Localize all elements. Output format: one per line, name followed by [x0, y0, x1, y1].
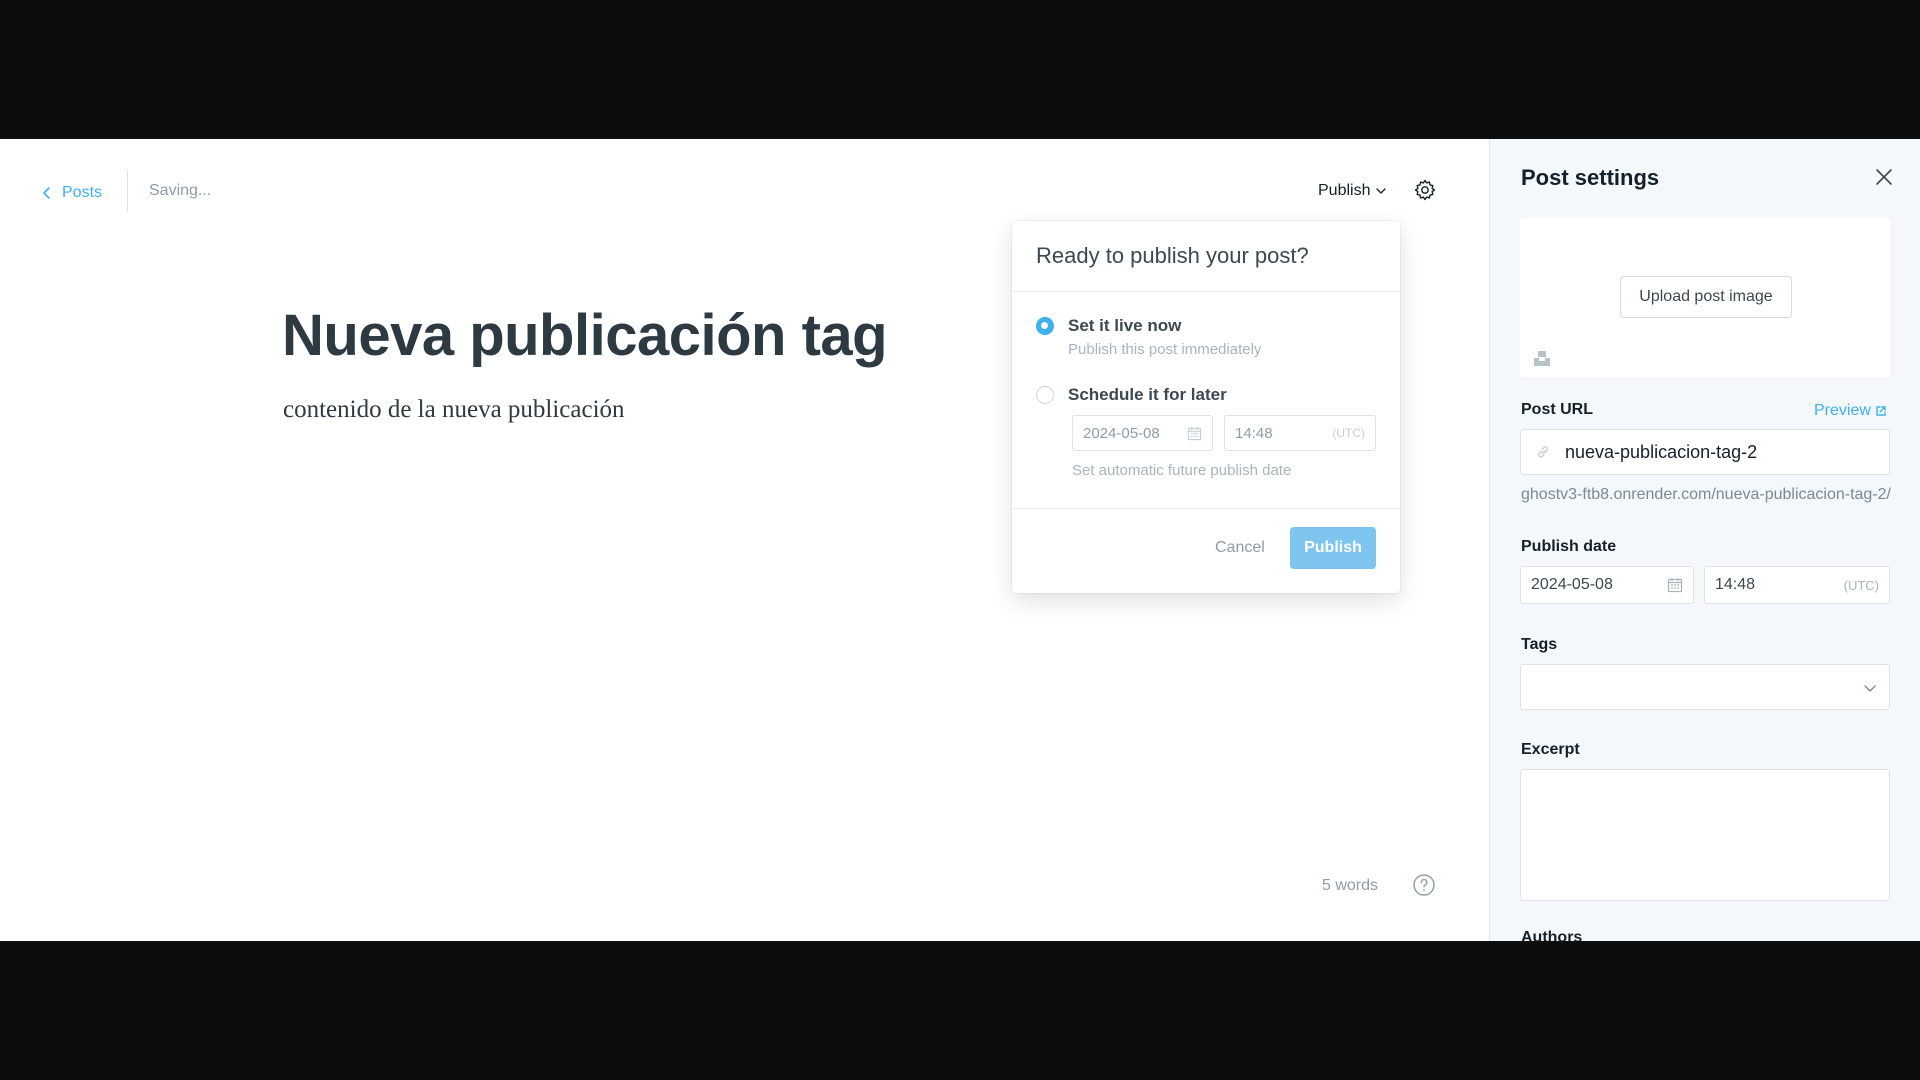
- chevron-down-icon: [1376, 188, 1387, 194]
- post-url-label: Post URL: [1521, 401, 1593, 418]
- help-icon: [1413, 874, 1435, 896]
- option-schedule-title: Schedule it for later: [1068, 385, 1227, 404]
- app-window: Posts Saving... Publish Nueva publicació…: [0, 139, 1920, 941]
- word-count: 5 words: [1322, 877, 1379, 894]
- post-settings-button[interactable]: [1413, 178, 1437, 202]
- publish-date-input[interactable]: 2024-05-08: [1520, 566, 1694, 604]
- post-title[interactable]: Nueva publicación tag: [282, 302, 888, 369]
- external-link-icon: [1876, 406, 1886, 416]
- post-image-box: Upload post image: [1520, 218, 1890, 377]
- cancel-button[interactable]: Cancel: [1215, 539, 1265, 557]
- post-full-url: ghostv3-ftb8.onrender.com/nueva-publicac…: [1521, 486, 1891, 503]
- chevron-left-icon: [43, 187, 50, 199]
- option-now-title: Set it live now: [1068, 316, 1182, 335]
- option-schedule-desc: Set automatic future publish date: [1072, 462, 1292, 479]
- option-now-desc: Publish this post immediately: [1068, 341, 1262, 358]
- link-icon: [1538, 446, 1548, 458]
- gear-icon: [1414, 179, 1436, 201]
- publish-date-label: Publish date: [1521, 538, 1617, 555]
- save-status: Saving...: [149, 182, 212, 199]
- publish-time-input[interactable]: 14:48 (UTC): [1704, 566, 1890, 604]
- help-button[interactable]: [1412, 873, 1436, 897]
- publish-date-value: 2024-05-08: [1531, 576, 1613, 593]
- upload-post-image-button[interactable]: Upload post image: [1620, 276, 1792, 318]
- publish-menu-footer: Cancel Publish: [1012, 508, 1400, 594]
- header-divider: [127, 170, 128, 212]
- preview-link-label: Preview: [1814, 402, 1871, 419]
- calendar-icon: [1667, 578, 1683, 593]
- unsplash-icon[interactable]: [1533, 349, 1551, 367]
- confirm-publish-button[interactable]: Publish: [1290, 527, 1376, 569]
- back-to-posts-link[interactable]: Posts: [40, 178, 102, 208]
- tags-label: Tags: [1521, 636, 1558, 653]
- excerpt-label: Excerpt: [1521, 741, 1580, 758]
- publish-time-value: 14:48: [1715, 576, 1756, 593]
- post-body[interactable]: contenido de la nueva publicación: [283, 396, 625, 424]
- publish-menu-title: Ready to publish your post?: [1012, 221, 1400, 292]
- authors-label: Authors: [1521, 929, 1583, 941]
- publish-menu-popover: Ready to publish your post? Set it live …: [1012, 221, 1400, 593]
- sidebar-title: Post settings: [1521, 165, 1660, 190]
- back-link-label: Posts: [62, 184, 103, 201]
- preview-link[interactable]: Preview: [1814, 402, 1887, 420]
- excerpt-textarea[interactable]: [1520, 769, 1890, 901]
- close-sidebar-button[interactable]: [1874, 167, 1894, 187]
- post-url-input[interactable]: nueva-publicacion-tag-2: [1520, 429, 1890, 475]
- editor-area: Posts Saving... Publish Nueva publicació…: [0, 139, 1489, 941]
- radio-publish-now[interactable]: [1036, 317, 1054, 335]
- schedule-date-input[interactable]: 2024-05-08: [1072, 415, 1213, 451]
- option-schedule[interactable]: Schedule it for later: [1036, 385, 1227, 405]
- publish-timezone: (UTC): [1843, 577, 1879, 593]
- schedule-timezone: (UTC): [1332, 426, 1365, 440]
- chevron-down-icon: [1864, 685, 1876, 692]
- publish-trigger-label: Publish: [1318, 182, 1371, 199]
- radio-schedule[interactable]: [1036, 386, 1054, 404]
- schedule-time-input[interactable]: 14:48 (UTC): [1224, 415, 1376, 451]
- close-icon: [1876, 169, 1892, 185]
- tags-select[interactable]: [1520, 664, 1890, 710]
- schedule-date-value: 2024-05-08: [1083, 424, 1160, 442]
- publish-menu-trigger[interactable]: Publish: [1318, 182, 1387, 200]
- option-publish-now[interactable]: Set it live now Publish this post immedi…: [1036, 316, 1261, 358]
- post-url-value: nueva-publicacion-tag-2: [1565, 441, 1758, 462]
- calendar-icon: [1187, 426, 1202, 440]
- schedule-time-value: 14:48: [1235, 424, 1273, 442]
- post-settings-sidebar: Post settings Upload post image Post URL…: [1489, 139, 1920, 941]
